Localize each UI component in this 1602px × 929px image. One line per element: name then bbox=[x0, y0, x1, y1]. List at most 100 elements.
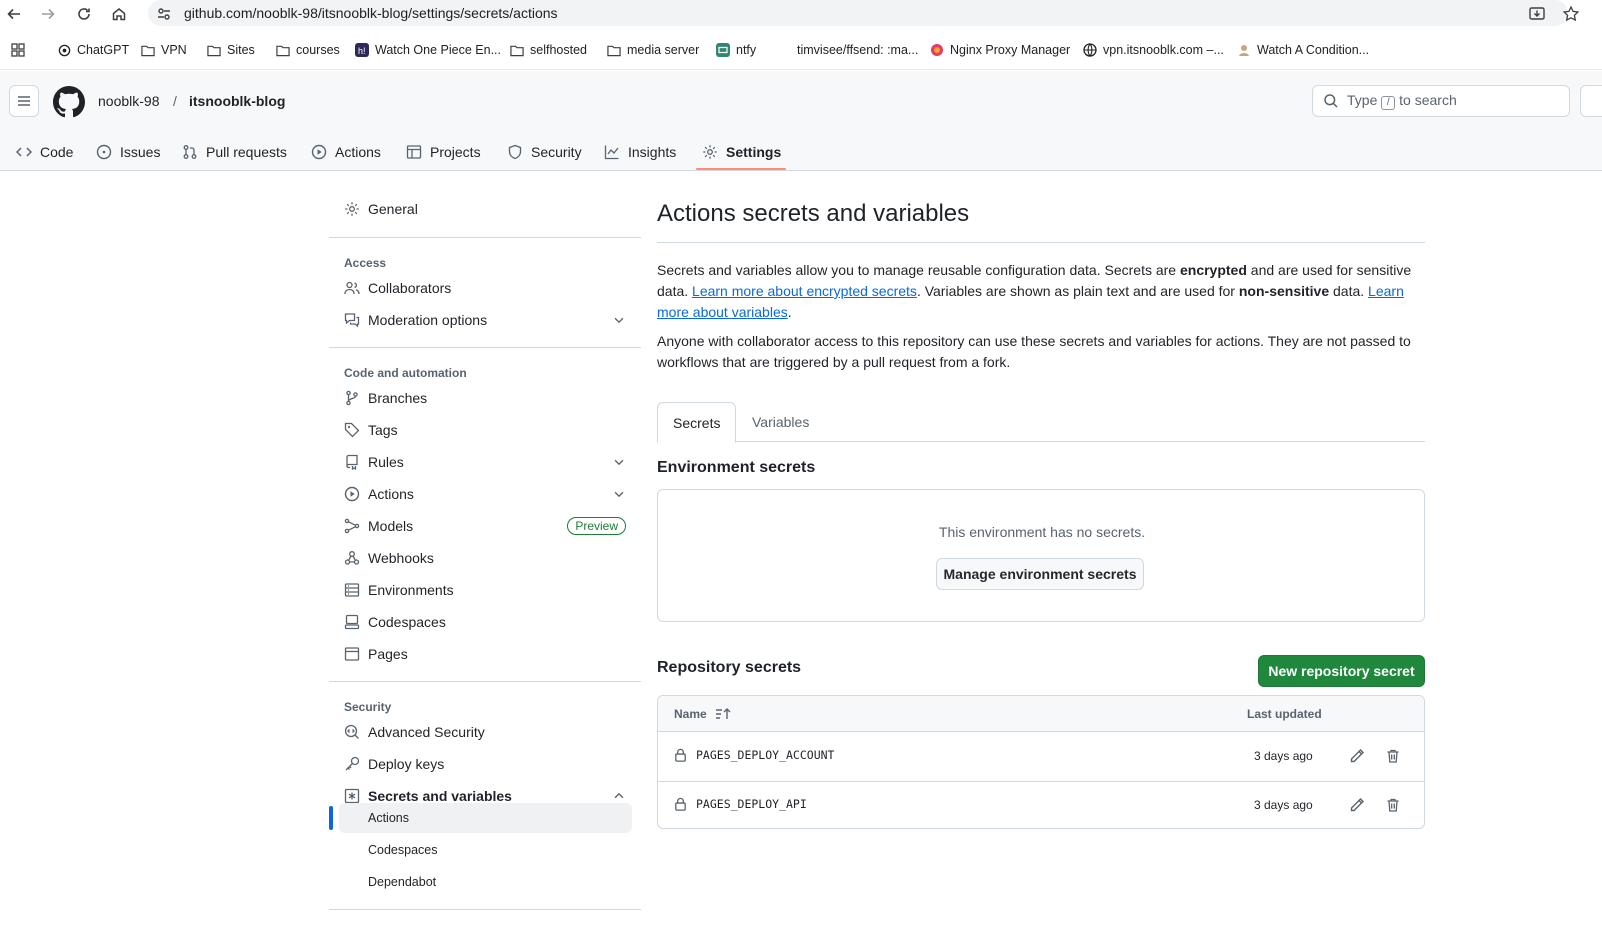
bookmark-label: Sites bbox=[227, 43, 255, 57]
pencil-icon[interactable] bbox=[1348, 796, 1366, 814]
bookmark-label: Watch One Piece En... bbox=[375, 43, 501, 57]
copilot-button[interactable] bbox=[1580, 85, 1602, 117]
trash-icon[interactable] bbox=[1384, 796, 1402, 814]
apps-grid-icon[interactable] bbox=[10, 38, 26, 62]
sidebar-item-pages[interactable]: Pages bbox=[344, 640, 626, 668]
bookmark-item[interactable]: h! Watch One Piece En... bbox=[355, 38, 501, 62]
bookmark-label: vpn.itsnooblk.com –... bbox=[1103, 43, 1224, 57]
sidebar-divider bbox=[329, 347, 641, 348]
sidebar-item-advanced-security[interactable]: Advanced Security bbox=[344, 718, 626, 746]
tab-label: Projects bbox=[430, 144, 481, 160]
bookmark-item[interactable]: ChatGPT bbox=[57, 38, 129, 62]
tag-icon bbox=[344, 422, 360, 438]
bookmark-item[interactable]: vpn.itsnooblk.com –... bbox=[1083, 38, 1224, 62]
home-icon[interactable] bbox=[108, 3, 130, 25]
intro-paragraph: Secrets and variables allow you to manag… bbox=[657, 262, 1412, 320]
back-icon[interactable] bbox=[3, 3, 25, 25]
bookmark-item[interactable]: ntfy bbox=[716, 38, 756, 62]
repo-owner-link[interactable]: nooblk-98 bbox=[98, 93, 160, 109]
manage-environment-secrets-button[interactable]: Manage environment secrets bbox=[936, 558, 1144, 590]
title-divider bbox=[657, 242, 1425, 243]
tab-variables[interactable]: Variables bbox=[737, 402, 824, 442]
secret-name: PAGES_DEPLOY_ACCOUNT bbox=[673, 747, 834, 763]
sidebar-item-deploy-keys[interactable]: Deploy keys bbox=[344, 750, 626, 778]
sidebar-item-models[interactable]: Models Preview bbox=[344, 512, 626, 540]
sidebar-item-collaborators[interactable]: Collaborators bbox=[344, 274, 626, 302]
hamburger-icon bbox=[18, 96, 30, 106]
tab-settings[interactable]: Settings bbox=[702, 133, 781, 171]
last-updated: 3 days ago bbox=[1254, 798, 1313, 812]
chevron-down-icon bbox=[612, 313, 626, 327]
bookmark-item[interactable]: timvisee/ffsend: :ma... bbox=[777, 38, 918, 62]
bookmark-item[interactable]: courses bbox=[276, 38, 340, 62]
sidebar-divider bbox=[329, 237, 641, 238]
sidebar-item-tags[interactable]: Tags bbox=[344, 416, 626, 444]
tab-projects[interactable]: Projects bbox=[406, 133, 481, 171]
tab-label: Settings bbox=[726, 144, 782, 160]
bookmark-label: Nginx Proxy Manager bbox=[950, 43, 1071, 57]
bookmark-item[interactable]: Nginx Proxy Manager bbox=[930, 38, 1070, 62]
table-header: Name Last updated bbox=[658, 696, 1424, 732]
sidebar-subitem-dependabot[interactable]: Dependabot bbox=[339, 867, 632, 897]
folder-icon bbox=[276, 43, 290, 57]
browser-toolbar: github.com/nooblk-98/itsnooblk-blog/sett… bbox=[0, 0, 1602, 26]
sidebar-item-actions[interactable]: Actions bbox=[344, 480, 626, 508]
sidebar-item-label: Models bbox=[368, 518, 414, 534]
pencil-icon[interactable] bbox=[1348, 747, 1366, 765]
search-input[interactable]: Type / to search bbox=[1312, 85, 1570, 117]
column-name[interactable]: Name bbox=[674, 707, 731, 721]
sidebar-item-webhooks[interactable]: Webhooks bbox=[344, 544, 626, 572]
tab-security[interactable]: Security bbox=[507, 133, 582, 171]
sidebar-item-rules[interactable]: Rules bbox=[344, 448, 626, 476]
learn-more-encrypted-secrets-link[interactable]: Learn more about encrypted secrets bbox=[692, 283, 917, 299]
search-icon bbox=[1324, 94, 1338, 108]
codescan-icon bbox=[344, 724, 360, 740]
tab-actions[interactable]: Actions bbox=[311, 133, 381, 171]
tab-insights[interactable]: Insights bbox=[604, 133, 676, 171]
sidebar-item-moderation[interactable]: Moderation options bbox=[344, 306, 626, 334]
breadcrumb-separator: / bbox=[173, 93, 177, 109]
reload-icon[interactable] bbox=[73, 3, 95, 25]
column-name-label: Name bbox=[674, 707, 707, 721]
bookmark-item[interactable]: Watch A Condition... bbox=[1237, 38, 1369, 62]
github-logo-icon[interactable] bbox=[53, 86, 85, 118]
bookmark-item[interactable]: media server bbox=[607, 38, 699, 62]
tab-pull-requests[interactable]: Pull requests bbox=[182, 133, 287, 171]
people-icon bbox=[344, 280, 360, 296]
repo-tabs: Code Issues Pull requests Actions Projec… bbox=[0, 133, 1602, 171]
bookmark-label: selfhosted bbox=[530, 43, 587, 57]
sidebar-item-general[interactable]: General bbox=[344, 195, 626, 223]
repo-name-link[interactable]: itsnooblk-blog bbox=[189, 93, 285, 109]
sidebar-item-label: Branches bbox=[368, 390, 428, 406]
sidebar-heading-access: Access bbox=[344, 256, 387, 270]
forward-icon[interactable] bbox=[37, 3, 59, 25]
bookmark-item[interactable]: Sites bbox=[207, 38, 255, 62]
sidebar-item-label: Codespaces bbox=[368, 614, 446, 630]
tab-secrets[interactable]: Secrets bbox=[657, 402, 737, 443]
column-last-updated: Last updated bbox=[1247, 707, 1322, 721]
sidebar-subitem-actions[interactable]: Actions bbox=[339, 803, 632, 833]
sidebar-item-label: Pages bbox=[368, 646, 408, 662]
repository-secrets-heading: Repository secrets bbox=[657, 659, 802, 676]
url-text[interactable]: github.com/nooblk-98/itsnooblk-blog/sett… bbox=[184, 5, 558, 21]
tab-code[interactable]: Code bbox=[16, 133, 73, 171]
sidebar-item-label: Deploy keys bbox=[368, 756, 445, 772]
models-icon bbox=[344, 518, 360, 534]
site-settings-icon[interactable] bbox=[153, 3, 175, 25]
install-app-icon[interactable] bbox=[1526, 3, 1548, 25]
bookmark-item[interactable]: selfhosted bbox=[510, 38, 587, 62]
sidebar-divider bbox=[329, 681, 641, 682]
browser-icon bbox=[344, 646, 360, 662]
tab-issues[interactable]: Issues bbox=[96, 133, 160, 171]
repo-push-icon bbox=[344, 454, 360, 470]
sidebar-item-branches[interactable]: Branches bbox=[344, 384, 626, 412]
sidebar-item-environments[interactable]: Environments bbox=[344, 576, 626, 604]
bookmark-item[interactable]: VPN bbox=[141, 38, 187, 62]
sidebar-item-codespaces[interactable]: Codespaces bbox=[344, 608, 626, 636]
folder-icon bbox=[510, 43, 524, 57]
sidebar-subitem-codespaces[interactable]: Codespaces bbox=[339, 835, 632, 865]
hamburger-menu-button[interactable] bbox=[9, 85, 39, 117]
trash-icon[interactable] bbox=[1384, 747, 1402, 765]
bookmark-star-icon[interactable] bbox=[1560, 3, 1582, 25]
new-repository-secret-button[interactable]: New repository secret bbox=[1258, 655, 1425, 687]
